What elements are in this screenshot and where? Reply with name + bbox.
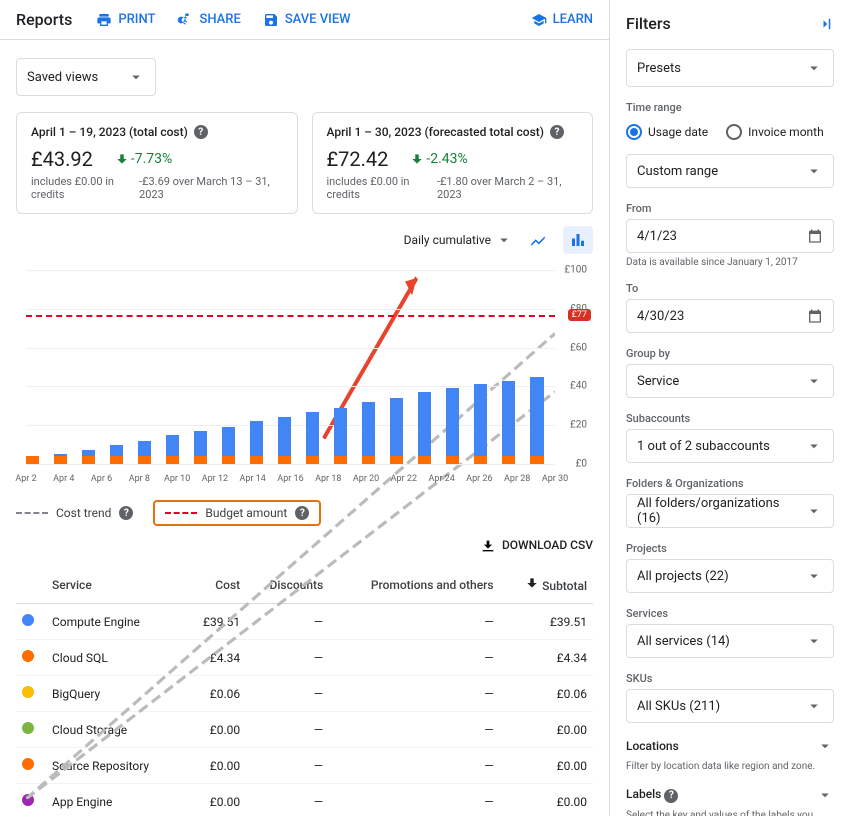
usage-date-radio[interactable]: Usage date [626, 124, 708, 140]
table-row[interactable]: Cloud SQL£4.34——£4.34 [16, 640, 593, 676]
filters-title: Filters [626, 14, 671, 33]
line-chart-toggle[interactable] [523, 226, 553, 254]
saved-views-select[interactable]: Saved views [16, 58, 156, 96]
cost-chart: £0£20£40£60£80£100£77Apr 2Apr 4Apr 6Apr … [16, 262, 593, 492]
folders-select[interactable]: All folders/organizations (16) [626, 494, 834, 528]
group-by-select[interactable]: Service [626, 364, 834, 398]
learn-button[interactable]: LEARN [531, 12, 593, 28]
help-icon[interactable]: ? [664, 789, 678, 803]
from-date-input[interactable]: 4/1/23 [626, 219, 834, 253]
share-button[interactable]: SHARE [177, 12, 240, 28]
to-date-input[interactable]: 4/30/23 [626, 299, 834, 333]
bar-chart-toggle[interactable] [563, 226, 593, 254]
table-row[interactable]: Cloud Storage£0.00——£0.00 [16, 712, 593, 748]
total-cost-card: April 1 – 19, 2023 (total cost)? £43.92-… [16, 112, 298, 214]
download-csv-button[interactable]: DOWNLOAD CSV [16, 538, 593, 554]
table-row[interactable]: Compute Engine£39.51——£39.51 [16, 604, 593, 640]
subaccounts-select[interactable]: 1 out of 2 subaccounts [626, 429, 834, 463]
locations-section[interactable]: Locations [626, 737, 834, 755]
legend-budget-amount: Budget amount? [153, 500, 321, 526]
collapse-icon[interactable] [816, 15, 834, 33]
table-row[interactable]: App Engine£0.00——£0.00 [16, 784, 593, 816]
page-title: Reports [16, 10, 72, 29]
chart-mode-select[interactable]: Daily cumulative [404, 231, 513, 249]
services-select[interactable]: All services (14) [626, 624, 834, 658]
help-icon[interactable]: ? [119, 506, 133, 520]
time-range-label: Time range [626, 101, 834, 114]
invoice-month-radio[interactable]: Invoice month [726, 124, 824, 140]
help-icon[interactable]: ? [194, 125, 208, 139]
help-icon[interactable]: ? [550, 125, 564, 139]
cost-table: Service Cost Discounts Promotions and ot… [16, 566, 593, 816]
help-icon[interactable]: ? [295, 506, 309, 520]
legend-cost-trend: Cost trend? [16, 506, 133, 520]
presets-select[interactable]: Presets [626, 49, 834, 87]
save-view-button[interactable]: SAVE VIEW [263, 12, 351, 28]
forecast-cost-card: April 1 – 30, 2023 (forecasted total cos… [312, 112, 594, 214]
range-type-select[interactable]: Custom range [626, 154, 834, 188]
table-row[interactable]: Source Repository£0.00——£0.00 [16, 748, 593, 784]
labels-section[interactable]: Labels ? [626, 786, 834, 804]
print-button[interactable]: PRINT [96, 12, 155, 28]
projects-select[interactable]: All projects (22) [626, 559, 834, 593]
skus-select[interactable]: All SKUs (211) [626, 689, 834, 723]
table-row[interactable]: BigQuery£0.06——£0.06 [16, 676, 593, 712]
